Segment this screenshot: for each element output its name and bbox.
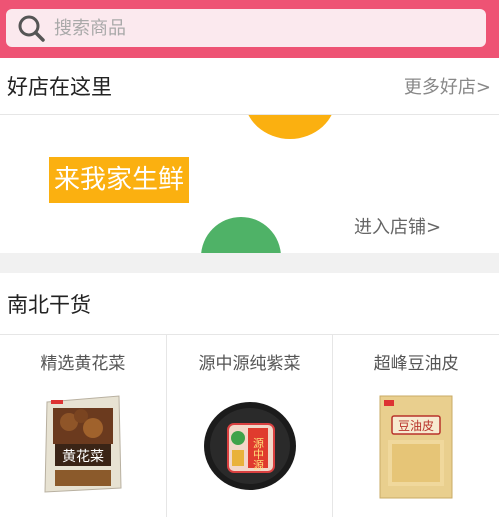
product-name: 源中源纯紫菜 — [198, 354, 301, 374]
shops-section-header: 好店在这里 更多好店> — [0, 58, 499, 115]
product-card[interactable]: 源中源纯紫菜 源中源 — [167, 335, 334, 517]
search-icon[interactable] — [16, 13, 46, 43]
dry-goods-section-header: 南北干货 — [0, 273, 499, 335]
product-image-tofu-skin[interactable]: 豆油皮 — [378, 394, 454, 500]
section-divider — [0, 253, 499, 273]
more-shops-link[interactable]: 更多好店> — [404, 73, 491, 99]
product-grid: 精选黄花菜 黄花菜 源中源纯紫菜 源中源 超峰豆油皮 豆油皮 — [0, 335, 499, 517]
package-label: 源中源 — [251, 436, 264, 471]
shop-banner[interactable]: 来我家生鲜 进入店铺> — [0, 115, 499, 253]
product-card[interactable]: 精选黄花菜 黄花菜 — [0, 335, 167, 517]
product-image-seaweed[interactable]: 源中源 — [202, 394, 298, 494]
package-label: 豆油皮 — [398, 419, 434, 433]
top-header — [0, 0, 499, 58]
product-name: 精选黄花菜 — [40, 354, 126, 374]
product-image-daylily[interactable]: 黄花菜 — [41, 394, 125, 494]
enter-shop-link[interactable]: 进入店铺> — [354, 213, 441, 239]
orange-circle-decoration — [244, 115, 336, 139]
product-card[interactable]: 超峰豆油皮 豆油皮 — [333, 335, 499, 517]
search-input[interactable] — [52, 16, 466, 40]
search-box[interactable] — [6, 9, 486, 47]
dry-goods-section-title: 南北干货 — [7, 292, 91, 317]
green-circle-decoration — [201, 217, 281, 253]
package-label: 黄花菜 — [62, 448, 104, 465]
shops-section-title: 好店在这里 — [7, 75, 112, 99]
product-name: 超峰豆油皮 — [373, 354, 459, 374]
shop-name-label: 来我家生鲜 — [49, 157, 190, 203]
